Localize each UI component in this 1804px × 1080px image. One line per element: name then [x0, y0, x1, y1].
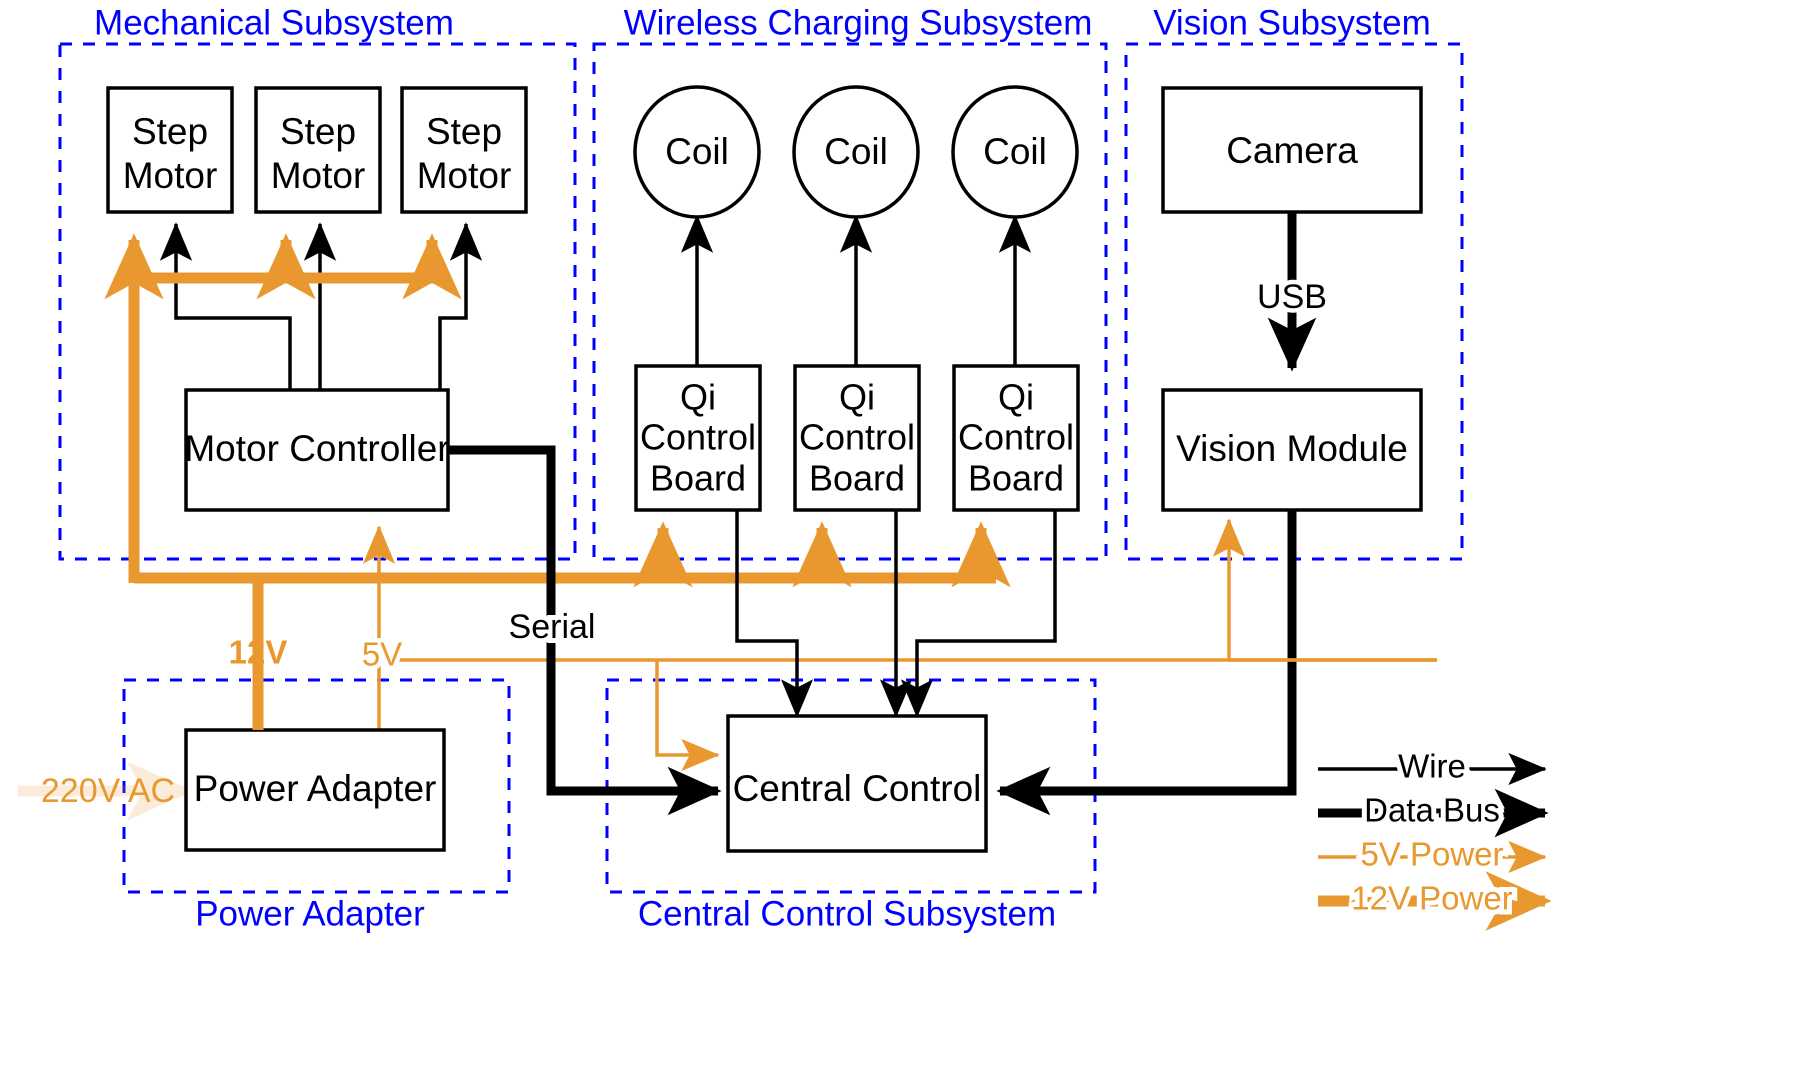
central-control-label: Central Control [733, 768, 982, 809]
label-5v: 5V [362, 636, 402, 673]
step-motor-2-line2: Motor [271, 155, 366, 196]
power-adapter-label: Power Adapter [194, 768, 437, 809]
legend-label-wire: Wire [1398, 748, 1466, 785]
qi-board-2-line3: Board [809, 458, 905, 499]
legend: Wire Data Bus 5V Power 12V Power [1318, 743, 1552, 931]
wire-motor-controller-to-step-motor-1 [159, 222, 292, 390]
step-motor-2-line1: Step [280, 111, 356, 152]
coil-1-label: Coil [665, 131, 729, 172]
group-title-central: Central Control Subsystem [638, 894, 1056, 933]
power-5v-to-central-control [655, 660, 720, 772]
camera-label: Camera [1226, 130, 1358, 171]
group-title-mechanical: Mechanical Subsystem [94, 3, 454, 42]
step-motor-1-line1: Step [132, 111, 208, 152]
qi-board-3-line3: Board [968, 458, 1064, 499]
step-motor-3-line1: Step [426, 111, 502, 152]
legend-label-data-bus: Data Bus [1364, 792, 1500, 829]
qi-board-3-line1: Qi [998, 377, 1034, 418]
databus-vision-module-to-central-control [996, 510, 1297, 816]
group-title-wireless: Wireless Charging Subsystem [624, 3, 1093, 42]
system-block-diagram: Mechanical Subsystem Wireless Charging S… [18, 3, 1552, 933]
qi-board-3-line2: Control [958, 417, 1074, 458]
qi-board-2-line2: Control [799, 417, 915, 458]
diagram-canvas: Mechanical Subsystem Wireless Charging S… [0, 0, 1804, 1080]
group-title-vision: Vision Subsystem [1153, 3, 1431, 42]
group-title-power-adapter: Power Adapter [195, 894, 425, 933]
motor-controller-label: Motor Controller [184, 428, 449, 469]
qi-board-1-line3: Board [650, 458, 746, 499]
coil-3-label: Coil [983, 131, 1047, 172]
step-motor-3-line2: Motor [417, 155, 512, 196]
qi-board-1-line2: Control [640, 417, 756, 458]
wire-motor-controller-to-step-motor-3 [438, 222, 483, 390]
qi-board-1-line1: Qi [680, 377, 716, 418]
coil-2-label: Coil [824, 131, 888, 172]
legend-label-power-12v: 12V Power [1351, 880, 1512, 917]
legend-label-power-5v: 5V Power [1360, 836, 1503, 873]
qi-board-2-line1: Qi [839, 377, 875, 418]
label-220v-ac: 220V AC [41, 772, 175, 810]
wire-qi-board-1-to-central-control [735, 510, 814, 718]
serial-label: Serial [509, 608, 596, 646]
step-motor-1-line2: Motor [123, 155, 218, 196]
vision-module-label: Vision Module [1176, 428, 1408, 469]
usb-label: USB [1257, 278, 1327, 316]
